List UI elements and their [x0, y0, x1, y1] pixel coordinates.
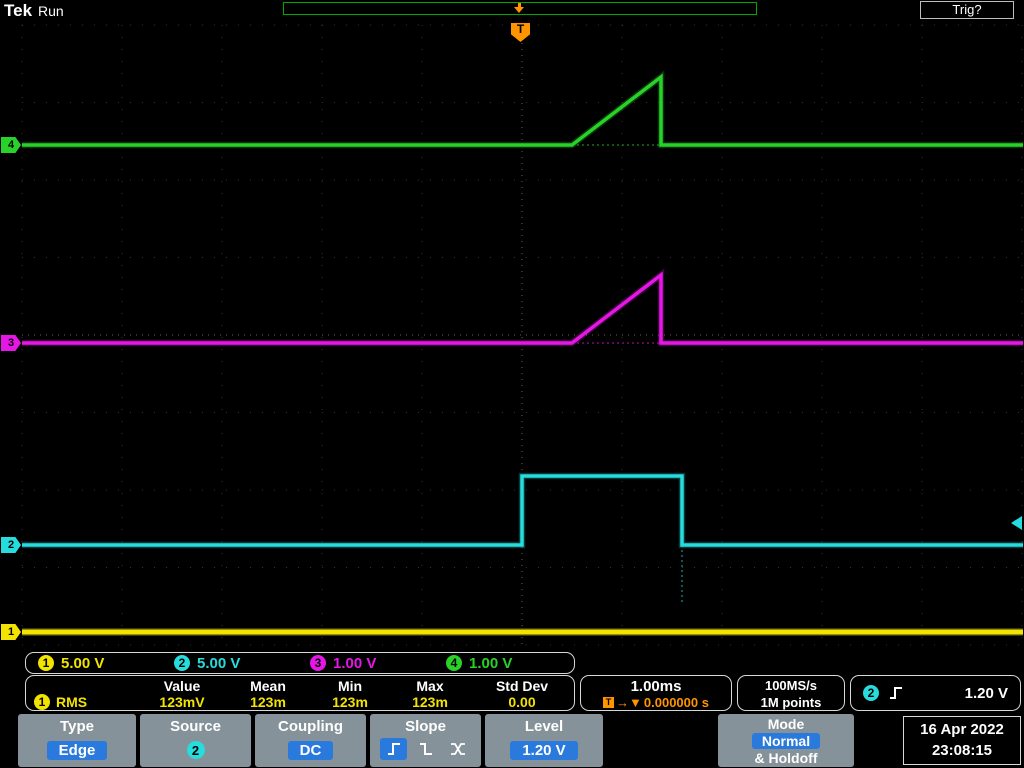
- channel-2-scale-value: 5.00 V: [197, 654, 241, 672]
- trigger-position-marker[interactable]: T: [511, 23, 530, 42]
- trigger-level-value: 1.20 V: [964, 684, 1008, 702]
- menu-button-mode[interactable]: Mode Normal & Holdoff: [718, 714, 854, 767]
- tek-logo: Tek: [4, 1, 33, 20]
- coupling-value: DC: [287, 741, 334, 760]
- trigger-t-icon: T: [603, 697, 615, 708]
- channel-4-scale-value: 1.00 V: [469, 654, 513, 672]
- sample-rate-value: 100MS/s: [764, 678, 818, 693]
- datetime-display: 16 Apr 2022 23:08:15: [903, 716, 1021, 765]
- date-text: 16 Apr 2022: [920, 721, 1004, 738]
- header-min: Min: [337, 678, 363, 694]
- menu-button-level[interactable]: Level 1.20 V: [485, 714, 603, 767]
- channel-scale-readout: 1 5.00 V 2 5.00 V 3 1.00 V 4 1.00 V: [25, 652, 575, 674]
- channel-3-badge: 3: [310, 655, 326, 671]
- rising-edge-icon: [890, 687, 902, 699]
- rising-edge-slope-icon[interactable]: [380, 738, 407, 760]
- channel-4-scale: 4 1.00 V: [436, 655, 572, 672]
- channel-3-scale: 3 1.00 V: [300, 655, 436, 672]
- position-value: 0.000000 s: [643, 695, 709, 710]
- menu-button-type[interactable]: Type Edge: [18, 714, 136, 767]
- measurement-stddev: 0.00: [508, 694, 536, 710]
- record-trigger-position-icon: [514, 3, 525, 14]
- slope-label: Slope: [405, 718, 446, 735]
- header-mean: Mean: [250, 678, 286, 694]
- measurement-row: 1 RMS 123mV 123m 123m 123m 0.00: [26, 694, 574, 710]
- channel-4-badge: 4: [446, 655, 462, 671]
- falling-edge-slope-icon[interactable]: [412, 738, 439, 760]
- channel-1-badge: 1: [38, 655, 54, 671]
- measurement-value: 123mV: [159, 694, 205, 710]
- measurement-header-row: Value Mean Min Max Std Dev: [26, 678, 574, 694]
- oscilloscope-screen: Tek Run Trig? T 4 3 2 1 1 5.00 V 2 5.00 …: [0, 0, 1024, 768]
- level-value: 1.20 V: [510, 741, 578, 760]
- type-value: Edge: [46, 741, 108, 760]
- channel-2-marker[interactable]: 2: [1, 537, 21, 553]
- trigger-status-badge: Trig?: [920, 1, 1014, 19]
- measurement-max: 123m: [412, 694, 448, 710]
- trigger-readout: 2 1.20 V: [850, 675, 1021, 711]
- record-length-value: 1M points: [760, 695, 822, 710]
- timebase-value: 1.00ms: [630, 678, 682, 695]
- measurement-min: 123m: [332, 694, 368, 710]
- coupling-label: Coupling: [278, 718, 343, 735]
- mode-label: Mode: [767, 716, 805, 732]
- measurement-table: Value Mean Min Max Std Dev 1 RMS 123mV 1…: [25, 675, 575, 711]
- channel-1-scale-value: 5.00 V: [61, 654, 105, 672]
- mode-extra-label: & Holdoff: [754, 750, 818, 766]
- menu-button-coupling[interactable]: Coupling DC: [255, 714, 366, 767]
- menu-button-source[interactable]: Source 2: [140, 714, 251, 767]
- channel-4-marker[interactable]: 4: [1, 137, 21, 153]
- header-stddev: Std Dev: [495, 678, 549, 694]
- source-channel-badge: 2: [186, 741, 205, 759]
- channel-3-marker[interactable]: 3: [1, 335, 21, 351]
- acquisition-status: Run: [38, 3, 64, 19]
- horizontal-readout: 1.00ms T →▼ 0.000000 s: [580, 675, 732, 711]
- level-label: Level: [524, 718, 564, 735]
- record-view-bar: [283, 2, 757, 15]
- channel-3-scale-value: 1.00 V: [333, 654, 377, 672]
- header-value: Value: [163, 678, 201, 694]
- either-edge-slope-icon[interactable]: [444, 738, 471, 760]
- channel-2-badge: 2: [174, 655, 190, 671]
- trigger-source-badge: 2: [863, 685, 879, 701]
- trigger-level-arrow-icon[interactable]: [1011, 516, 1022, 530]
- menu-button-slope[interactable]: Slope: [370, 714, 481, 767]
- acquisition-readout: 100MS/s 1M points: [737, 675, 845, 711]
- channel-2-scale: 2 5.00 V: [164, 655, 300, 672]
- measurement-channel-badge: 1: [34, 694, 50, 710]
- measurement-mean: 123m: [250, 694, 286, 710]
- header-max: Max: [416, 678, 444, 694]
- measurement-name: 1 RMS: [26, 694, 138, 710]
- time-text: 23:08:15: [931, 742, 993, 759]
- mode-value: Normal: [751, 733, 821, 749]
- source-label: Source: [170, 718, 221, 735]
- measurement-type-label: RMS: [56, 694, 88, 710]
- horizontal-position: T →▼ 0.000000 s: [581, 695, 731, 710]
- type-label: Type: [60, 718, 94, 735]
- position-arrows-icon: →▼: [616, 695, 642, 710]
- channel-1-marker[interactable]: 1: [1, 624, 21, 640]
- channel-1-scale: 1 5.00 V: [28, 655, 164, 672]
